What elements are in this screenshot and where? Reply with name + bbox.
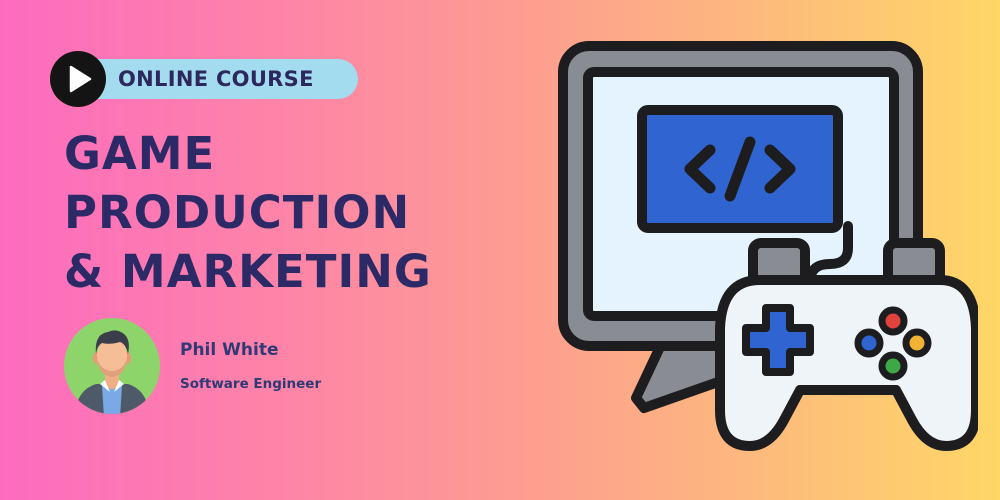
play-icon: [69, 65, 92, 93]
course-banner: ONLINE COURSE GAME PRODUCTION & MARKETIN…: [0, 0, 1000, 500]
badge-label: ONLINE COURSE: [118, 67, 314, 91]
course-badge: ONLINE COURSE: [50, 51, 360, 107]
play-button[interactable]: [50, 51, 106, 107]
title-line-3: & MARKETING: [64, 245, 432, 298]
title-line-1: GAME: [64, 127, 216, 180]
course-title: GAME PRODUCTION & MARKETING: [64, 124, 432, 301]
author-name: Phil White: [180, 340, 279, 360]
illustration: [558, 41, 978, 451]
title-line-2: PRODUCTION: [64, 186, 411, 239]
avatar: [64, 318, 160, 414]
author-role: Software Engineer: [180, 376, 322, 392]
